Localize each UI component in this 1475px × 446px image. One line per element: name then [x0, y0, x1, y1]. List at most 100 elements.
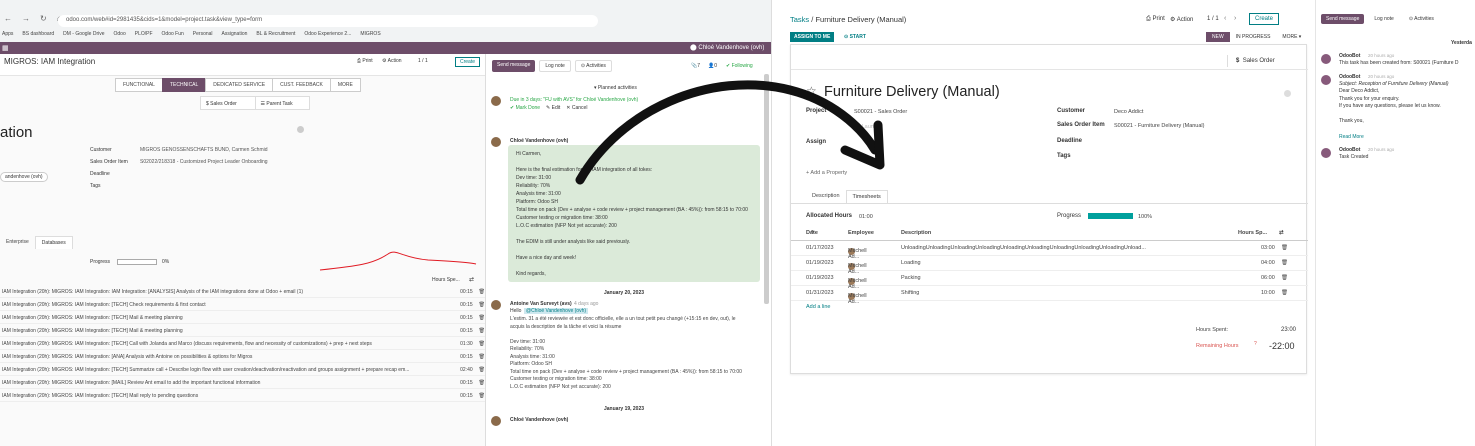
- table-row[interactable]: IAM Integration (20h): MIGROS: IAM Integ…: [0, 338, 485, 350]
- hours-column-header[interactable]: Hours Spe...: [432, 277, 460, 283]
- delete-row-icon[interactable]: 🗑: [1281, 245, 1288, 251]
- action-button[interactable]: ⚙ Action: [382, 58, 402, 64]
- allocated-hours-field[interactable]: 01:00: [859, 214, 873, 220]
- bookmark-item[interactable]: MIGROS: [360, 31, 380, 41]
- bookmark-item[interactable]: BL & Recruitment: [256, 31, 295, 41]
- table-row[interactable]: IAM Integration (20h): MIGROS: IAM Integ…: [0, 364, 485, 376]
- message-line: Customer testing or migration time: 38:0…: [510, 376, 602, 382]
- table-row[interactable]: 01/31/2023 Mitchell Ad... Shifting 10:00 🗑: [791, 286, 1308, 305]
- browser-chrome: ← → ↻ ⌂ odoo.com/web#id=2981435&cids=1&m…: [0, 0, 771, 42]
- message-time: 20 hours ago: [1368, 74, 1395, 79]
- divider: [791, 203, 1308, 204]
- sales-order-smart-button[interactable]: $ Sales Order: [1227, 55, 1283, 67]
- column-settings-icon[interactable]: ⇄: [1279, 230, 1284, 236]
- table-row[interactable]: IAM Integration (20h): MIGROS: IAM Integ…: [0, 325, 485, 337]
- address-bar[interactable]: odoo.com/web#id=2981435&cids=1&model=pro…: [58, 15, 598, 27]
- table-row[interactable]: 01/19/2023 Mitchell Ad... Loading 04:00 🗑: [791, 256, 1308, 275]
- table-row[interactable]: 01/17/2023 Mitchell Ad... UnloadingUnloadi…: [791, 241, 1308, 260]
- log-note-button[interactable]: Log note: [1369, 14, 1398, 24]
- pager-next-icon[interactable]: ›: [1234, 15, 1236, 22]
- employee-column-header[interactable]: Employee: [848, 230, 874, 236]
- column-settings-icon[interactable]: ⇄: [469, 276, 474, 283]
- bookmark-item[interactable]: Assignation: [222, 31, 248, 41]
- assignee-chip[interactable]: andenhove (ovh): [0, 172, 48, 182]
- avatar: [491, 416, 501, 426]
- sales-order-item-field[interactable]: S00021 - Furniture Delivery (Manual): [1114, 123, 1204, 129]
- bookmark-item[interactable]: DM - Google Drive: [63, 31, 104, 41]
- stage-more[interactable]: MORE: [329, 78, 361, 92]
- stage-technical[interactable]: TECHNICAL: [161, 78, 207, 92]
- priority-dot[interactable]: [1284, 90, 1291, 97]
- assign-to-me-button[interactable]: ASSIGN TO ME: [790, 32, 835, 42]
- send-message-button[interactable]: Send message: [492, 60, 536, 72]
- date-separator: Yesterda: [1451, 40, 1472, 46]
- pager-prev-icon[interactable]: ‹: [1224, 15, 1226, 22]
- send-message-button[interactable]: Send message: [1321, 14, 1365, 24]
- action-button[interactable]: ⚙ Action: [1170, 16, 1193, 23]
- stage-dedicated-service[interactable]: DEDICATED SERVICE: [205, 78, 274, 92]
- tab-enterprise[interactable]: Enterprise: [0, 236, 35, 249]
- table-row[interactable]: IAM Integration (20h): MIGROS: IAM Integ…: [0, 286, 485, 298]
- mention-chip[interactable]: @Chloé Vandenhove (ovh): [524, 308, 589, 314]
- row-hours: 00:15: [460, 392, 473, 399]
- message-line: Thank you,: [1339, 118, 1364, 124]
- parent-task-smart-button[interactable]: ☰ Parent Task: [254, 97, 310, 109]
- stage-cust-feedback[interactable]: CUST. FEEDBACK: [272, 78, 331, 92]
- read-more-link[interactable]: Read More: [1339, 134, 1364, 140]
- back-icon[interactable]: ←: [4, 14, 12, 23]
- progress-label: Progress: [1057, 213, 1082, 219]
- message-author: OdooBot: [1339, 53, 1361, 59]
- mark-done-button[interactable]: ✔ Mark Done: [510, 105, 540, 111]
- message-line: [510, 331, 765, 339]
- tab-description[interactable]: Description: [806, 190, 846, 204]
- reload-icon[interactable]: ↻: [40, 14, 47, 23]
- bookmark-item[interactable]: Odoo Fun: [162, 31, 184, 41]
- print-button[interactable]: ⎙ Print: [1146, 16, 1165, 23]
- table-row[interactable]: IAM Integration (20h): MIGROS: IAM Integ…: [0, 390, 485, 402]
- apps-menu-icon[interactable]: ▦: [2, 44, 9, 52]
- hours-column-header[interactable]: Hours Sp...: [1238, 230, 1267, 236]
- bookmark-item[interactable]: Apps: [2, 31, 13, 41]
- hours-spent-label: Hours Spent:: [1196, 327, 1229, 333]
- table-row[interactable]: IAM Integration (20h): MIGROS: IAM Integ…: [0, 299, 485, 311]
- table-row[interactable]: IAM Integration (20h): MIGROS: IAM Integ…: [0, 312, 485, 324]
- date-column-header[interactable]: Date ^: [806, 230, 818, 236]
- description-column-header[interactable]: Description: [901, 230, 931, 236]
- activities-button[interactable]: ⊙ Activities: [1404, 14, 1439, 24]
- stage-functional[interactable]: FUNCTIONAL: [115, 78, 163, 92]
- field-value[interactable]: MIGROS GENOSSENSCHAFTS BUND, Carmen Schm…: [140, 147, 268, 153]
- add-line-button[interactable]: Add a line: [806, 304, 830, 310]
- stage-more-dropdown[interactable]: MORE ▾: [1276, 32, 1307, 42]
- message-line: Total time on pack (Dev + analyse + code…: [516, 207, 748, 213]
- allocated-hours-label: Allocated Hours: [806, 213, 853, 219]
- bookmark-item[interactable]: PLO/PF: [135, 31, 153, 41]
- start-button[interactable]: ⊙ START: [840, 32, 870, 42]
- customer-field[interactable]: Deco Addict: [1114, 109, 1143, 115]
- bookmark-item[interactable]: Odoo Experience 2...: [304, 31, 351, 41]
- edit-button[interactable]: ✎ Edit: [546, 105, 560, 111]
- table-row[interactable]: 01/19/2023 Mitchell Ad... Packing 06:00 🗑: [791, 271, 1308, 290]
- create-button[interactable]: Create: [455, 57, 481, 67]
- breadcrumb-tasks[interactable]: Tasks: [790, 15, 809, 24]
- table-row[interactable]: IAM Integration (20h): MIGROS: IAM Integ…: [0, 377, 485, 389]
- breadcrumb[interactable]: MIGROS: IAM Integration: [4, 57, 95, 66]
- tab-timesheets[interactable]: Timesheets: [845, 190, 888, 204]
- sales-order-smart-button[interactable]: $ Sales Order: [201, 97, 255, 109]
- bookmark-item[interactable]: Personal: [193, 31, 213, 41]
- delete-row-icon[interactable]: 🗑: [1281, 290, 1288, 296]
- create-button[interactable]: Create: [1249, 13, 1280, 25]
- field-value[interactable]: S02022/218318 - Customized Project Leade…: [140, 159, 268, 165]
- stage-new[interactable]: NEW: [1206, 32, 1230, 42]
- delete-row-icon[interactable]: 🗑: [1281, 275, 1288, 281]
- forward-icon[interactable]: →: [22, 14, 30, 23]
- bookmark-item[interactable]: Odoo: [114, 31, 126, 41]
- print-button[interactable]: ⎙ Print: [357, 58, 373, 64]
- table-row[interactable]: IAM Integration (20h): MIGROS: IAM Integ…: [0, 351, 485, 363]
- priority-dot[interactable]: [297, 126, 304, 133]
- row-employee-name: Mitchell Ad...: [848, 293, 867, 305]
- delete-row-icon[interactable]: 🗑: [1281, 260, 1288, 266]
- tab-databases[interactable]: Databases: [34, 236, 73, 249]
- bookmark-item[interactable]: BS dashboard: [22, 31, 54, 41]
- stage-in-progress[interactable]: IN PROGRESS: [1230, 32, 1277, 42]
- task-title[interactable]: ation: [0, 124, 33, 141]
